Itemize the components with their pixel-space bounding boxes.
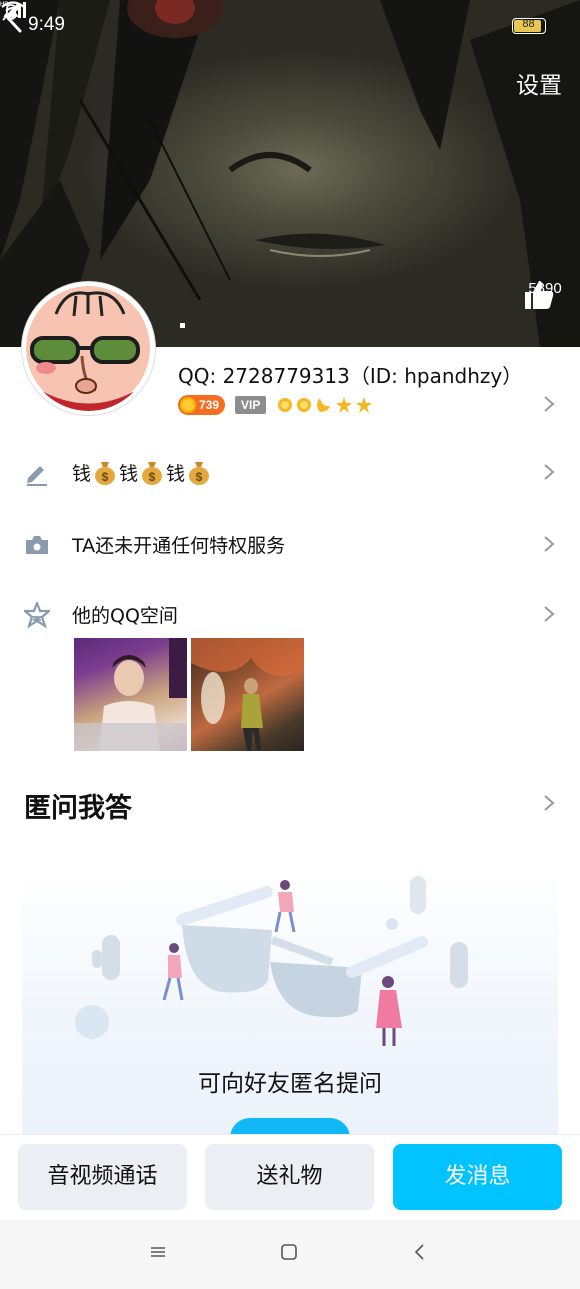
send-gift-button[interactable]: 送礼物 bbox=[205, 1144, 374, 1210]
svg-text:$: $ bbox=[149, 470, 156, 484]
avatar[interactable] bbox=[22, 282, 155, 415]
avatar-image bbox=[26, 286, 151, 411]
qa-section-title: 匿问我答 bbox=[24, 793, 132, 824]
level-value: 739 bbox=[199, 398, 220, 412]
qzone-label: 他的QQ空间 bbox=[72, 605, 178, 627]
settings-button[interactable]: 设置 bbox=[516, 66, 562, 100]
chevron-right-icon bbox=[544, 606, 555, 622]
thumbs-up-icon bbox=[525, 281, 554, 309]
menu-icon[interactable] bbox=[148, 1242, 168, 1262]
action-bar: 音视频通话 送礼物 发消息 bbox=[0, 1134, 580, 1220]
qzone-star-icon bbox=[24, 602, 50, 628]
privilege-row[interactable]: TA还未开通任何特权服务 bbox=[0, 524, 580, 564]
vip-crown-icon bbox=[26, 536, 48, 554]
system-nav-bar bbox=[0, 1220, 580, 1289]
chevron-right-icon[interactable] bbox=[542, 394, 556, 414]
video-call-button[interactable]: 音视频通话 bbox=[18, 1144, 187, 1210]
qzone-photo[interactable] bbox=[191, 638, 304, 751]
qzone-photos bbox=[74, 638, 304, 751]
qzone-photo[interactable] bbox=[74, 638, 187, 751]
page-indicator-dot bbox=[180, 323, 185, 328]
battery-indicator: 88 bbox=[512, 18, 546, 34]
signature-part-3: 钱 bbox=[166, 463, 186, 485]
status-time: 9:49 bbox=[28, 14, 65, 35]
privilege-label: TA还未开通任何特权服务 bbox=[72, 535, 286, 557]
qa-illustration bbox=[75, 876, 468, 1046]
qa-prompt: 可向好友匿名提问 bbox=[198, 1071, 382, 1097]
photo-person-bar bbox=[74, 638, 187, 751]
status-bar: 9:49 HD HD 88 bbox=[0, 0, 580, 52]
level-badge: 739 bbox=[178, 395, 226, 415]
edit-pencil-icon bbox=[27, 466, 47, 486]
svg-text:$: $ bbox=[196, 470, 203, 484]
money-bag-icon: $ bbox=[95, 461, 116, 485]
photo-person-cave bbox=[191, 638, 304, 751]
qzone-row[interactable]: 他的QQ空间 bbox=[0, 594, 580, 634]
back-arrow-icon[interactable] bbox=[0, 0, 30, 36]
battery-level: 88 bbox=[522, 18, 535, 30]
home-icon[interactable] bbox=[279, 1242, 299, 1262]
qa-card: 可向好友匿名提问 bbox=[22, 870, 558, 1140]
svg-text:$: $ bbox=[102, 470, 109, 484]
signature-part-1: 钱 bbox=[72, 463, 92, 485]
back-icon[interactable] bbox=[410, 1242, 430, 1262]
qq-number: QQ: 2728779313（ID: hpandhzy） bbox=[178, 364, 523, 388]
vip-badge: VIP bbox=[235, 396, 267, 414]
sun-moon-star-icons bbox=[278, 397, 373, 413]
money-bag-icon-2: $ bbox=[142, 461, 163, 485]
chevron-right-icon bbox=[544, 536, 555, 552]
send-message-button[interactable]: 发消息 bbox=[393, 1144, 562, 1210]
signature-row[interactable]: 钱 $ 钱 $ 钱 $ bbox=[0, 452, 580, 492]
badge-row[interactable]: 739 VIP bbox=[178, 395, 376, 415]
chevron-right-icon[interactable] bbox=[542, 793, 556, 813]
qq-level-icons bbox=[276, 395, 376, 415]
like-button[interactable]: 5890 bbox=[522, 278, 568, 309]
signature-part-2: 钱 bbox=[119, 463, 139, 485]
coin-icon bbox=[180, 397, 196, 413]
signature-text: 钱 $ 钱 $ 钱 $ bbox=[72, 459, 211, 486]
money-bag-icon-3: $ bbox=[189, 461, 210, 485]
chevron-right-icon bbox=[544, 464, 555, 480]
